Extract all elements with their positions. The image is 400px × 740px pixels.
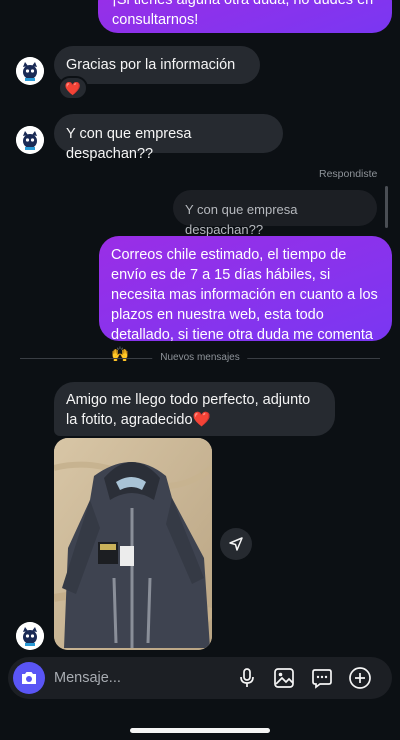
incoming-message[interactable]: Gracias por la información🤏 (54, 46, 260, 93)
jacket-photo-image (54, 438, 212, 650)
quoted-text: Y con que empresa despachan?? (185, 202, 298, 237)
outgoing-message[interactable]: Correos chile estimado, el tiempo de env… (99, 236, 392, 363)
avatar[interactable] (16, 126, 44, 154)
plus-icon (349, 667, 371, 689)
microphone-button[interactable] (234, 665, 260, 691)
sticker-button[interactable] (309, 665, 335, 691)
photo-attachment[interactable] (54, 438, 212, 650)
new-messages-divider-label: Nuevos mensajes (152, 352, 248, 363)
reply-quote[interactable]: Y con que empresa despachan?? (173, 190, 377, 237)
outgoing-message-top[interactable]: ¡Si tienes alguna otra duda, no dudes en… (98, 0, 392, 33)
avatar-cat-icon (16, 622, 44, 650)
message-text: Gracias por la información🤏 (66, 57, 236, 93)
home-indicator[interactable] (130, 728, 270, 733)
gallery-button[interactable] (271, 665, 297, 691)
message-input[interactable] (54, 668, 204, 688)
microphone-icon (240, 668, 254, 687)
avatar[interactable] (16, 622, 44, 650)
camera-button[interactable] (13, 662, 45, 694)
message-composer (8, 657, 392, 699)
chat-thread: ¡Si tienes alguna otra duda, no dudes en… (0, 0, 400, 740)
message-text: Amigo me llego todo perfecto, adjunto la… (66, 392, 311, 428)
message-text: Y con que empresa despachan?? (66, 126, 192, 162)
avatar-cat-icon (16, 126, 44, 154)
message-text: Correos chile estimado, el tiempo de env… (111, 247, 378, 363)
sticker-icon (312, 669, 332, 689)
heart-reaction-icon: ❤️ (64, 80, 82, 96)
scroll-indicator[interactable] (385, 186, 388, 228)
incoming-message[interactable]: Amigo me llego todo perfecto, adjunto la… (54, 382, 335, 436)
camera-icon (22, 672, 36, 684)
avatar[interactable] (16, 57, 44, 85)
avatar-cat-icon (16, 57, 44, 85)
add-button[interactable] (347, 665, 373, 691)
share-photo-button[interactable] (220, 528, 252, 560)
reaction-badge[interactable]: ❤️ (58, 76, 88, 100)
image-icon (274, 668, 294, 688)
send-icon (229, 537, 243, 551)
reply-meta-label: Respondiste (319, 168, 378, 180)
message-text: ¡Si tienes alguna otra duda, no dudes en… (112, 0, 374, 28)
incoming-message[interactable]: Y con que empresa despachan?? (54, 114, 283, 162)
